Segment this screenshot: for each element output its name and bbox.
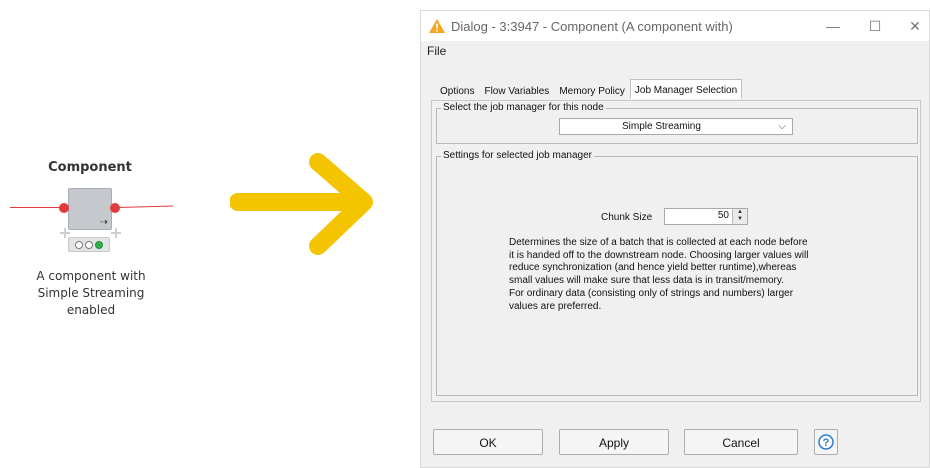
- status-light-icon: [85, 240, 93, 249]
- chunk-size-value: 50: [717, 210, 729, 221]
- tab-bar: Options Flow Variables Memory Policy Job…: [435, 79, 743, 101]
- description-line: For ordinary data (consisting only of st…: [509, 287, 794, 299]
- component-dialog: Dialog - 3:3947 - Component (A component…: [420, 10, 930, 468]
- svg-text:?: ?: [823, 437, 830, 449]
- menu-file[interactable]: File: [427, 44, 446, 58]
- settings-group: Settings for selected job manager Chunk …: [436, 150, 918, 396]
- chunk-size-label: Chunk Size: [601, 212, 653, 223]
- spinner-up-icon[interactable]: ▲: [733, 209, 747, 216]
- menu-bar: File: [421, 41, 929, 61]
- maximize-icon[interactable]: ☐: [865, 18, 885, 35]
- node-description-line: Simple Streaming: [37, 286, 145, 300]
- right-arrow-icon: [230, 153, 373, 255]
- node-description: A component with Simple Streaming enable…: [20, 268, 162, 319]
- input-port[interactable]: [59, 203, 69, 213]
- spinner-down-icon[interactable]: ▼: [733, 216, 747, 223]
- node-body[interactable]: ⇢: [68, 188, 112, 230]
- cancel-button[interactable]: Cancel: [684, 429, 798, 455]
- warning-icon: [429, 19, 445, 33]
- status-light-icon: [75, 240, 83, 249]
- dialog-title: Dialog - 3:3947 - Component (A component…: [451, 18, 733, 34]
- description-line: it is handed off to the downstream node.…: [509, 249, 809, 261]
- description-line: values are preferred.: [509, 300, 602, 312]
- minimize-icon[interactable]: —: [823, 18, 843, 34]
- description-line: small values will make sure that less da…: [509, 275, 784, 287]
- job-manager-group: Select the job manager for this node Sim…: [436, 102, 918, 144]
- connection-in: [10, 207, 65, 208]
- node-description-line: enabled: [66, 303, 116, 317]
- dialog-titlebar[interactable]: Dialog - 3:3947 - Component (A component…: [421, 11, 929, 41]
- node-title: Component: [48, 160, 132, 175]
- node-description-line: A component with: [36, 269, 146, 283]
- help-icon: ?: [818, 434, 834, 450]
- help-button[interactable]: ?: [814, 429, 838, 455]
- output-port[interactable]: [110, 203, 120, 213]
- tab-job-manager-selection[interactable]: Job Manager Selection: [629, 79, 743, 99]
- status-light-green-icon: [95, 240, 103, 249]
- close-icon[interactable]: ✕: [905, 18, 925, 35]
- job-manager-selected-value: Simple Streaming: [622, 121, 701, 132]
- node-status-lights: [68, 237, 110, 252]
- ok-button[interactable]: OK: [433, 429, 543, 455]
- chunk-size-description: Determines the size of a batch that is c…: [509, 237, 849, 313]
- apply-button[interactable]: Apply: [559, 429, 669, 455]
- job-manager-group-legend: Select the job manager for this node: [441, 102, 606, 113]
- add-port-right-icon[interactable]: [111, 228, 121, 238]
- job-manager-select[interactable]: Simple Streaming ⌵: [559, 118, 793, 135]
- chunk-size-spinner[interactable]: 50 ▲ ▼: [664, 208, 748, 225]
- description-line: reduce synchronization (and hence yield …: [509, 262, 797, 274]
- settings-group-legend: Settings for selected job manager: [441, 150, 594, 161]
- tab-flow-variables[interactable]: Flow Variables: [479, 81, 554, 101]
- description-line: Determines the size of a batch that is c…: [509, 237, 808, 248]
- connection-out: [116, 205, 173, 208]
- tab-panel: Select the job manager for this node Sim…: [431, 100, 921, 402]
- tab-options[interactable]: Options: [435, 81, 479, 101]
- streaming-icon: ⇢: [99, 217, 108, 228]
- spinner-buttons[interactable]: ▲ ▼: [732, 209, 747, 224]
- tab-memory-policy[interactable]: Memory Policy: [554, 81, 630, 101]
- chevron-down-icon[interactable]: ⌵: [778, 119, 786, 134]
